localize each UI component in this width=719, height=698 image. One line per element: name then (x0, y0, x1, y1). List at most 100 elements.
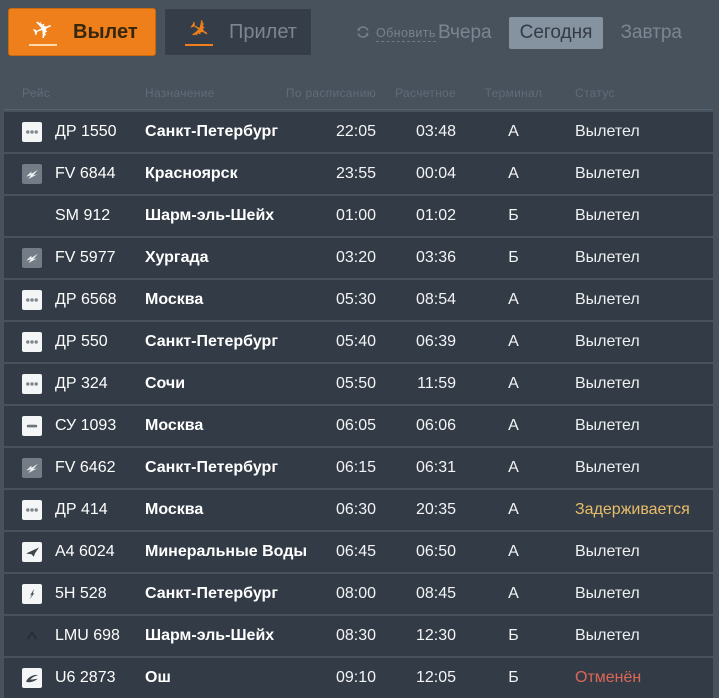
status: Вылетел (575, 459, 640, 476)
flight-table: ДР 1550 Санкт-Петербург 22:05 03:48 А Вы… (0, 112, 719, 698)
scheduled-time: 06:15 (335, 459, 376, 476)
flight-number: СУ 1093 (55, 417, 117, 434)
destination: Москва (145, 417, 204, 434)
status: Вылетел (575, 249, 640, 266)
estimated-time: 00:04 (415, 165, 456, 182)
flight-number: ДР 550 (55, 333, 108, 350)
day-today-button[interactable]: Сегодня (508, 17, 604, 49)
terminal: А (508, 333, 519, 350)
top-bar: ✈ Вылет ✈ Прилет Обновить Вчера Сегодня (0, 0, 719, 80)
destination: Красноярск (145, 165, 238, 182)
destination: Шарм-эль-Шейх (145, 627, 275, 644)
status: Вылетел (575, 165, 640, 182)
table-row: FV 5977 Хургада 03:20 03:36 Б Вылетел (4, 238, 713, 278)
table-row: 5H 528 Санкт-Петербург 08:00 08:45 А Выл… (4, 574, 713, 614)
arrival-plane-icon: ✈ (182, 12, 216, 48)
terminal: А (508, 375, 519, 392)
table-row: ДР 6568 Москва 05:30 08:54 А Вылетел (4, 280, 713, 320)
terminal: Б (508, 627, 519, 644)
terminal: Б (508, 249, 519, 266)
refresh-button[interactable]: Обновить (356, 25, 436, 42)
day-yesterday-button[interactable]: Вчера (427, 17, 503, 49)
dots-logo-icon (22, 374, 42, 394)
scheduled-time: 01:00 (335, 207, 376, 224)
status: Вылетел (575, 585, 640, 602)
table-row: FV 6462 Санкт-Петербург 06:15 06:31 А Вы… (4, 448, 713, 488)
table-row: FV 6844 Красноярск 23:55 00:04 А Вылетел (4, 154, 713, 194)
dots-logo-icon (22, 290, 42, 310)
swoosh-logo-icon (22, 668, 42, 688)
status: Вылетел (575, 207, 640, 224)
destination: Санкт-Петербург (145, 585, 278, 602)
rossiya-wing-icon (22, 248, 42, 268)
flight-number: ДР 1550 (55, 123, 117, 140)
flight-number: A4 6024 (55, 543, 115, 560)
status: Вылетел (575, 333, 640, 350)
column-header-status: Статус (575, 86, 615, 100)
table-row: ДР 550 Санкт-Петербург 05:40 06:39 А Выл… (4, 322, 713, 362)
flight-number: FV 6844 (55, 165, 116, 182)
flight-number: LMU 698 (55, 627, 120, 644)
table-row: U6 2873 Ош 09:10 12:05 Б Отменён (4, 658, 713, 698)
status: Задерживается (575, 501, 690, 518)
terminal: Б (508, 207, 519, 224)
estimated-time: 12:30 (415, 627, 456, 644)
estimated-time: 06:50 (415, 543, 456, 560)
terminal: А (508, 459, 519, 476)
estimated-time: 06:39 (415, 333, 456, 350)
scheduled-time: 08:00 (335, 585, 376, 602)
terminal: А (508, 543, 519, 560)
estimated-time: 06:31 (415, 459, 456, 476)
refresh-icon (356, 25, 370, 42)
dots-logo-icon (22, 122, 42, 142)
column-header-terminal: Терминал (484, 86, 543, 100)
tab-departures-label: Вылет (73, 20, 138, 43)
status: Вылетел (575, 291, 640, 308)
terminal: А (508, 501, 519, 518)
tab-arrivals[interactable]: ✈ Прилет (164, 8, 312, 56)
scheduled-time: 22:05 (335, 123, 376, 140)
table-row: ДР 1550 Санкт-Петербург 22:05 03:48 А Вы… (4, 112, 713, 152)
flight-number: FV 6462 (55, 459, 116, 476)
scheduled-time: 08:30 (335, 627, 376, 644)
flight-number: SM 912 (55, 207, 111, 224)
destination: Санкт-Петербург (145, 333, 278, 350)
flight-number: ДР 324 (55, 375, 108, 392)
column-header-destination: Назначение (145, 86, 215, 100)
departure-plane-icon: ✈ (28, 13, 58, 47)
tab-departures[interactable]: ✈ Вылет (8, 8, 156, 56)
estimated-time: 20:35 (415, 501, 456, 518)
estimated-time: 11:59 (417, 375, 456, 392)
destination: Хургада (145, 249, 209, 266)
destination: Минеральные Воды (145, 543, 308, 560)
estimated-time: 08:45 (415, 585, 456, 602)
status: Вылетел (575, 417, 640, 434)
table-row: SM 912 Шарм-эль-Шейх 01:00 01:02 Б Вылет… (4, 196, 713, 236)
status: Вылетел (575, 375, 640, 392)
estimated-time: 03:48 (415, 123, 456, 140)
flight-number: 5H 528 (55, 585, 107, 602)
table-header: Рейс Назначение По расписанию Расчетное … (4, 80, 713, 110)
dots-logo-icon (22, 332, 42, 352)
day-tomorrow-button[interactable]: Завтра (609, 17, 693, 49)
table-row: ДР 414 Москва 06:30 20:35 А Задерживаетс… (4, 490, 713, 530)
status: Вылетел (575, 543, 640, 560)
terminal: А (508, 417, 519, 434)
plane-silhouette-icon (22, 542, 42, 562)
flight-number: FV 5977 (55, 249, 116, 266)
destination: Санкт-Петербург (145, 459, 278, 476)
chevron-logo-icon (22, 626, 42, 646)
table-row: ДР 324 Сочи 05:50 11:59 А Вылетел (4, 364, 713, 404)
tab-arrivals-label: Прилет (229, 20, 297, 43)
terminal: А (508, 165, 519, 182)
terminal: А (508, 291, 519, 308)
rossiya-wing-icon (22, 164, 42, 184)
estimated-time: 03:36 (415, 249, 456, 266)
terminal: А (508, 123, 519, 140)
destination: Сочи (145, 375, 186, 392)
status: Вылетел (575, 123, 640, 140)
status: Вылетел (575, 627, 640, 644)
no-airline-icon (22, 206, 42, 226)
feather-logo-icon (22, 584, 42, 604)
scheduled-time: 06:30 (335, 501, 376, 518)
